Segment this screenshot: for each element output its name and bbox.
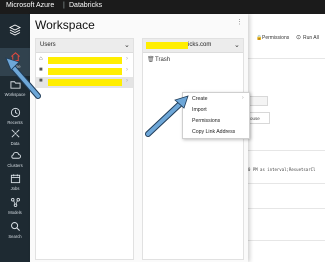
arrow-to-home-icon (5, 57, 41, 99)
annotation-arrows (5, 57, 189, 137)
arrow-to-create-item (145, 95, 189, 137)
